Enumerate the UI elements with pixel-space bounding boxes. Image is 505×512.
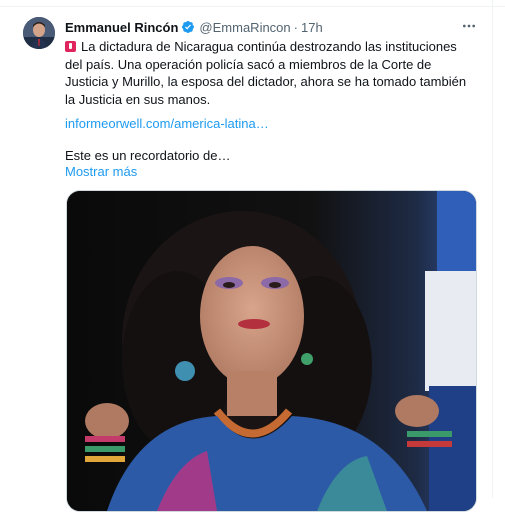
timeline-right-border [492,0,493,498]
rotating-light-emoji-icon [65,41,76,52]
tweet-header: Emmanuel Rincón @EmmaRincon · 17h [65,17,323,37]
tweet-reminder-text: Este es un recordatorio de… [65,148,231,163]
verified-badge-icon [181,20,195,34]
author-name[interactable]: Emmanuel Rincón [65,20,178,35]
tweet-timestamp[interactable]: 17h [301,20,323,35]
tweet-text: La dictadura de Nicaragua continúa destr… [65,38,475,108]
header-separator: · [293,19,298,35]
tweet-media-photo[interactable] [66,190,477,512]
author-avatar[interactable] [23,17,55,49]
top-divider [0,0,505,7]
author-handle[interactable]: @EmmaRincon [199,20,290,35]
show-more-link[interactable]: Mostrar más [65,164,137,179]
article-link[interactable]: informeorwell.com/america-latina… [65,116,269,131]
more-options-icon[interactable] [460,17,478,35]
tweet-body: La dictadura de Nicaragua continúa destr… [65,39,467,107]
